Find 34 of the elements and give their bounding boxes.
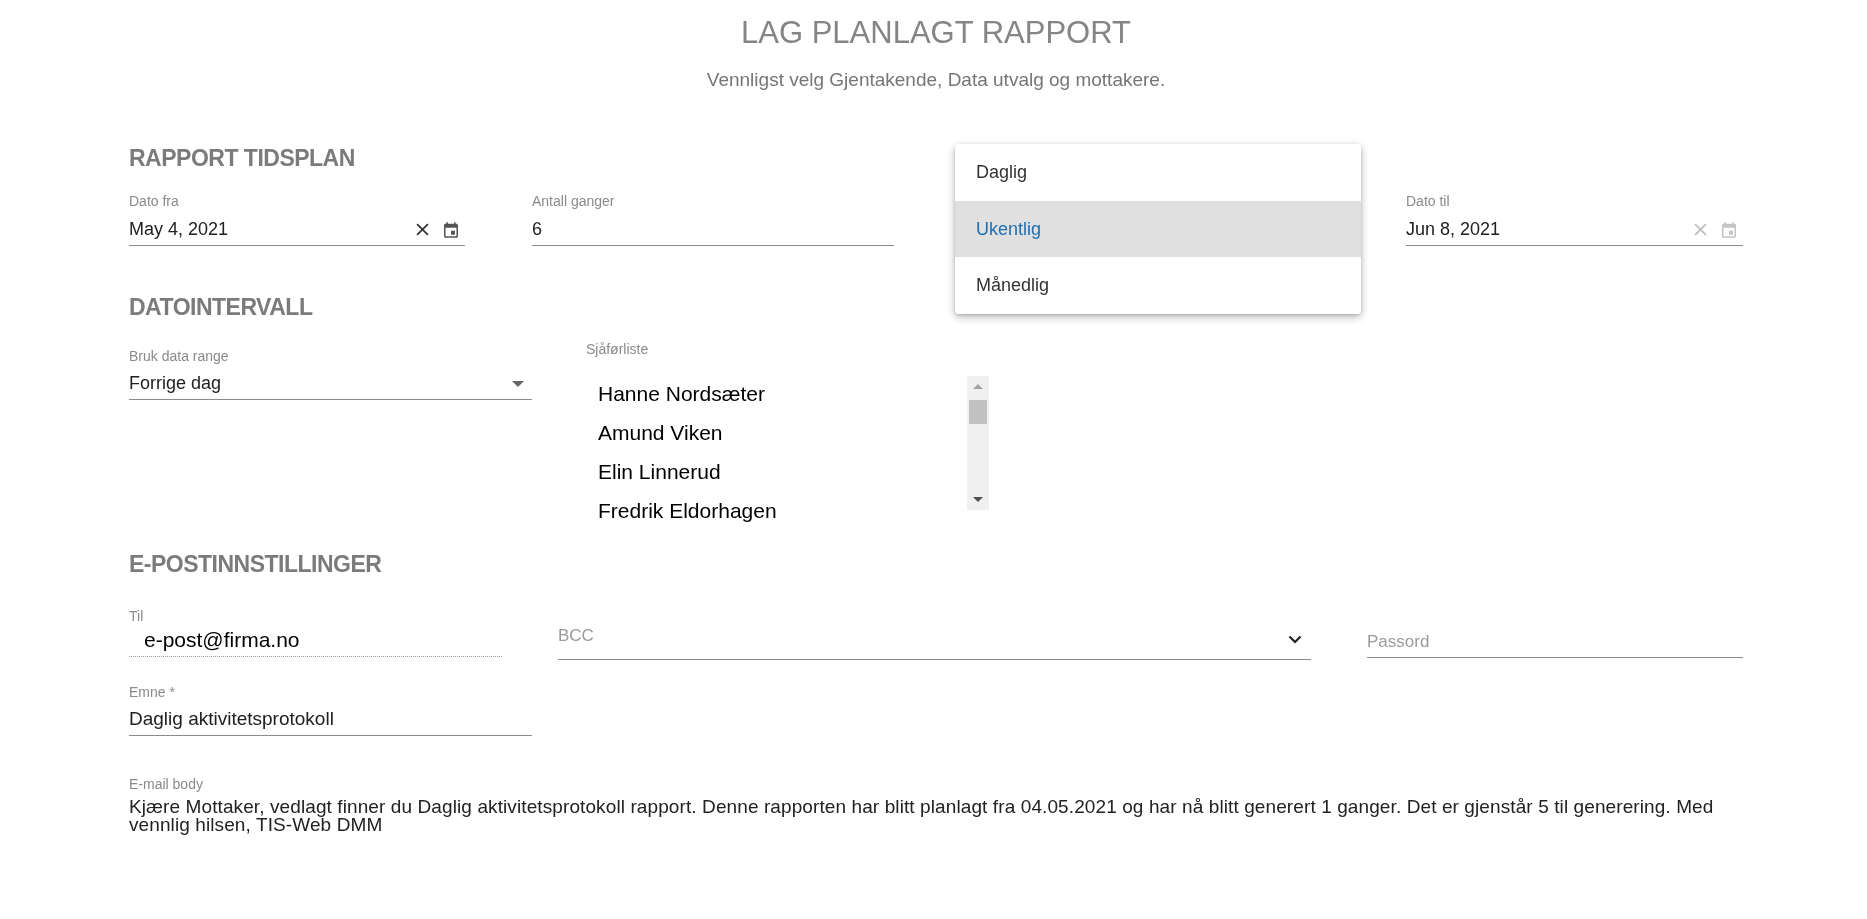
section-heading: DATOINTERVALL [129,293,313,321]
list-item[interactable]: Fredrik Eldorhagen [598,491,777,530]
list-item[interactable]: Amund Viken [598,413,723,452]
field-label: Dato til [1406,193,1450,209]
subject-field[interactable]: Emne * Daglig aktivitetsprotokoll [129,684,532,736]
list-item[interactable]: Hanne Nordsæter [598,374,765,413]
field-label: Dato fra [129,193,179,209]
page-title: LAG PLANLAGT RAPPORT [740,14,1132,52]
menu-item[interactable]: Daglig [955,144,1361,201]
menu-item[interactable]: Månedlig [955,257,1361,314]
field-label: Antall ganger [532,193,615,209]
date-field[interactable]: Dato fra May 4, 2021 [129,193,465,246]
up-triangle-icon[interactable] [973,384,983,389]
page-subtitle: Vennligst velg Gjentakende, Data utvalg og mottakere. [705,68,1167,92]
scrollbar-thumb[interactable] [969,400,987,424]
field-label: Sjåførliste [586,341,649,357]
field-label: Emne * [129,684,175,700]
list-item[interactable]: Elin Linnerud [598,452,721,491]
select-field[interactable]: Bruk data range Forrige dag [129,348,532,400]
chevron-down-icon [1288,635,1302,644]
caret-icon [512,380,524,387]
clear-icon[interactable] [416,223,429,236]
menu-item[interactable]: Ukentlig [955,200,1361,257]
field-label: Bruk data range [129,348,229,364]
down-triangle-icon[interactable] [973,497,983,502]
field-label: Til [129,608,144,624]
email-body-field[interactable]: E-mail body Kjære Mottaker, vedlagt finner du Daglig aktivitetsprotokoll rapport. Denne rapporten har blitt planlagt fra 04.05.2021 og har nå blitt generert 1 ganger. Det er gjenstår 5 til generering. Med vennlig hilsen, TIS-Web DMM [129,776,1743,834]
section-heading: E-POSTINNSTILLINGER [129,550,382,578]
field-label: E-mail body [129,776,203,792]
email-to-field[interactable]: Til e-post@firma.no [129,608,502,657]
calendar-icon[interactable] [444,221,458,238]
scrollbar[interactable] [967,376,989,510]
count-field[interactable]: Antall ganger 6 [532,193,894,246]
section-heading: RAPPORT TIDSPLAN [129,144,355,172]
